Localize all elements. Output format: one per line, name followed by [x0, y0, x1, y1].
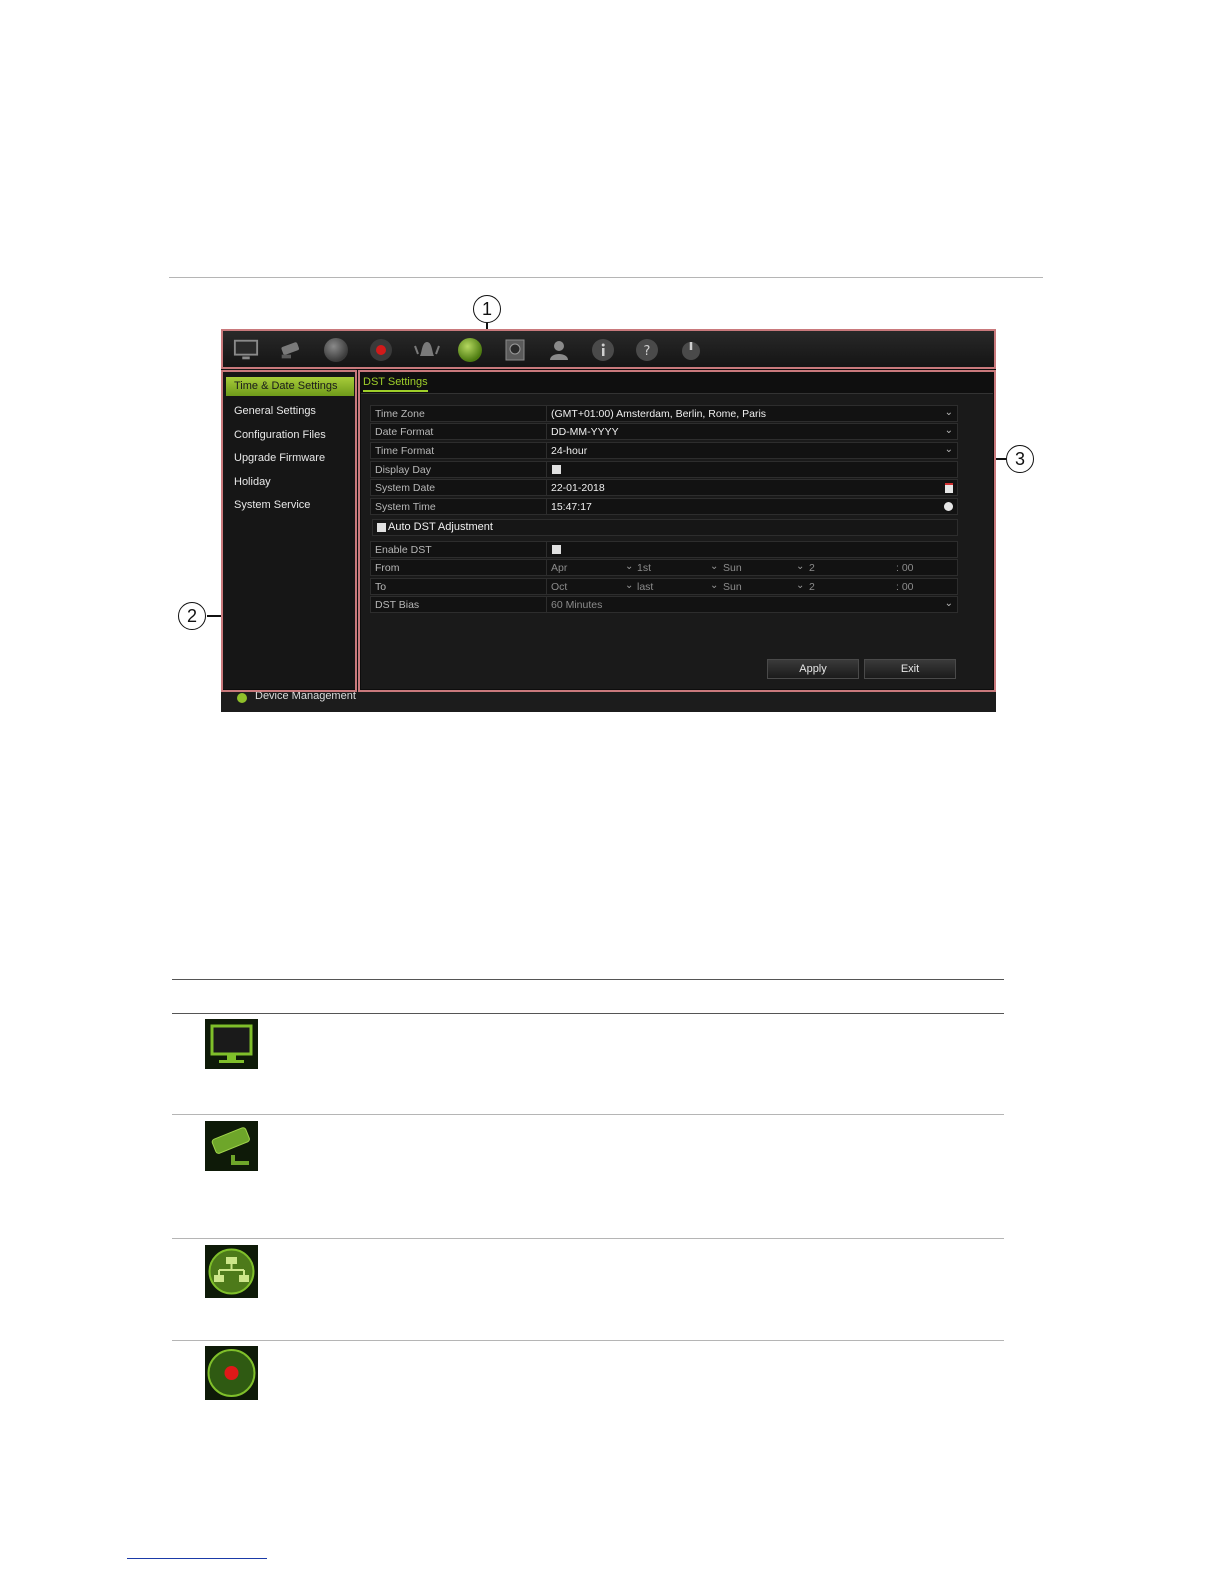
callout-1: 1: [473, 295, 501, 323]
network-icon: [205, 1245, 258, 1298]
callout-1-box: [221, 329, 996, 369]
table-row-rule: [172, 1114, 1004, 1115]
table-row-rule: [172, 1238, 1004, 1239]
footnote-rule: [127, 1558, 267, 1559]
callout-2-box: [221, 370, 357, 692]
table-top-rule: [172, 979, 1004, 980]
callout-3-box: [358, 370, 996, 692]
device-management-screenshot: ? Time & Date Settings General Settings …: [221, 329, 996, 712]
record-icon: [205, 1346, 258, 1400]
device-management-icon: [237, 693, 247, 703]
callout-2: 2: [178, 602, 206, 630]
callout-3: 3: [1006, 445, 1034, 473]
top-rule: [169, 277, 1043, 278]
camera-icon: [205, 1121, 258, 1171]
table-header-rule: [172, 1013, 1004, 1014]
table-row-rule: [172, 1340, 1004, 1341]
monitor-icon: [205, 1019, 258, 1069]
status-bar: Device Management: [221, 690, 996, 712]
